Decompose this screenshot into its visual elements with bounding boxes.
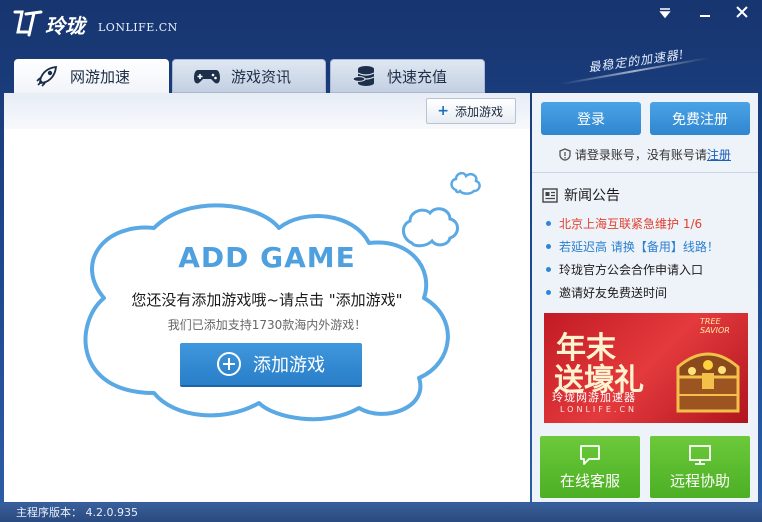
online-support-label: 在线客服	[559, 471, 620, 490]
coins-icon	[352, 66, 375, 86]
bullet-icon	[546, 244, 551, 249]
gamepad-icon	[194, 70, 220, 84]
shield-icon	[559, 148, 571, 161]
empty-message: 您还没有添加游戏哦~请点击 "添加游戏"	[131, 291, 403, 309]
monitor-icon	[689, 444, 711, 465]
login-hint-text: 请登录账号，没有账号请	[574, 148, 707, 162]
register-link[interactable]: 注册	[707, 148, 731, 162]
news-item-text: 若延迟高 请换【备用】线路！	[559, 240, 719, 254]
register-button[interactable]: 免费注册	[650, 102, 750, 135]
add-game-title: ADD GAME	[178, 241, 356, 274]
login-button[interactable]: 登录	[541, 102, 641, 135]
news-item[interactable]: 邀请好友免费送时间	[546, 281, 719, 304]
tab-game-acceleration[interactable]: 网游加速	[14, 59, 169, 93]
minimize-icon[interactable]	[694, 6, 716, 24]
tree-savior-logo: TREE SAVIOR	[700, 317, 730, 335]
register-label: 免费注册	[672, 111, 728, 128]
add-game-small-button[interactable]: + 添加游戏	[426, 98, 516, 124]
news-item[interactable]: 北京上海互联紧急维护 1/6	[546, 212, 719, 235]
tab-label: 网游加速	[70, 67, 131, 86]
plus-circle-icon	[217, 352, 241, 376]
news-title: 新闻公告	[564, 188, 620, 204]
chat-bubble-icon	[580, 444, 600, 465]
banner-subtitle: 玲珑网游加速器	[552, 391, 636, 404]
game-list-panel: + 添加游戏 ADD GAME 您还没有添加游戏哦~请点击 "添加游戏" 我们已…	[4, 93, 530, 502]
tab-label: 游戏资讯	[231, 67, 292, 86]
plus-icon: +	[437, 103, 449, 119]
version-text: 主程序版本： 4.2.0.935	[16, 506, 138, 519]
remote-assist-label: 远程协助	[669, 471, 730, 490]
tab-quick-recharge[interactable]: 快速充值	[330, 59, 485, 93]
status-bar: 主程序版本： 4.2.0.935	[0, 503, 762, 522]
promo-banner[interactable]: TREE SAVIOR 年末 送壕礼 玲珑网游加速器 LONLIFE.CN	[544, 313, 748, 423]
logo-english-text: LONLIFE.CN	[98, 21, 178, 34]
news-item[interactable]: 若延迟高 请换【备用】线路！	[546, 235, 719, 258]
login-label: 登录	[577, 111, 605, 128]
close-icon[interactable]	[731, 6, 753, 24]
divider	[532, 172, 758, 173]
add-game-small-label: 添加游戏	[454, 104, 503, 119]
news-list: 北京上海互联紧急维护 1/6 若延迟高 请换【备用】线路！ 玲珑官方公会合作申请…	[546, 212, 719, 304]
lonlife-logo-icon	[13, 10, 43, 37]
news-icon	[542, 187, 558, 203]
online-support-button[interactable]: 在线客服	[540, 436, 640, 498]
bullet-icon	[546, 221, 551, 226]
menu-icon[interactable]	[654, 6, 676, 24]
bullet-icon	[546, 267, 551, 272]
tab-game-news[interactable]: 游戏资讯	[172, 59, 326, 93]
treasure-chest-icon	[676, 352, 740, 413]
rocket-icon	[36, 65, 58, 87]
supported-games-message: 我们已添加支持1730款海内外游戏！	[167, 318, 367, 332]
add-game-label: 添加游戏	[253, 355, 325, 376]
bullet-icon	[546, 290, 551, 295]
banner-site: LONLIFE.CN	[560, 405, 638, 414]
news-item-text: 北京上海互联紧急维护 1/6	[559, 217, 703, 231]
news-header: 新闻公告	[542, 185, 620, 205]
sidebar: 登录 免费注册 请登录账号，没有账号请注册 新闻公告 北京上海互联紧急维护 1/…	[532, 93, 758, 502]
news-item-text: 邀请好友免费送时间	[559, 286, 668, 300]
remote-assist-button[interactable]: 远程协助	[650, 436, 750, 498]
news-item[interactable]: 玲珑官方公会合作申请入口	[546, 258, 719, 281]
tab-label: 快速充值	[387, 67, 448, 86]
login-hint: 请登录账号，没有账号请注册	[532, 146, 758, 163]
app-window: 玲珑 LONLIFE.CN 最稳定的加速器! 网游加速 游戏资讯 快速充值 + …	[0, 0, 762, 522]
logo-chinese-text: 玲珑	[45, 14, 85, 38]
news-item-text: 玲珑官方公会合作申请入口	[559, 263, 704, 277]
add-game-button[interactable]: 添加游戏	[180, 343, 362, 385]
